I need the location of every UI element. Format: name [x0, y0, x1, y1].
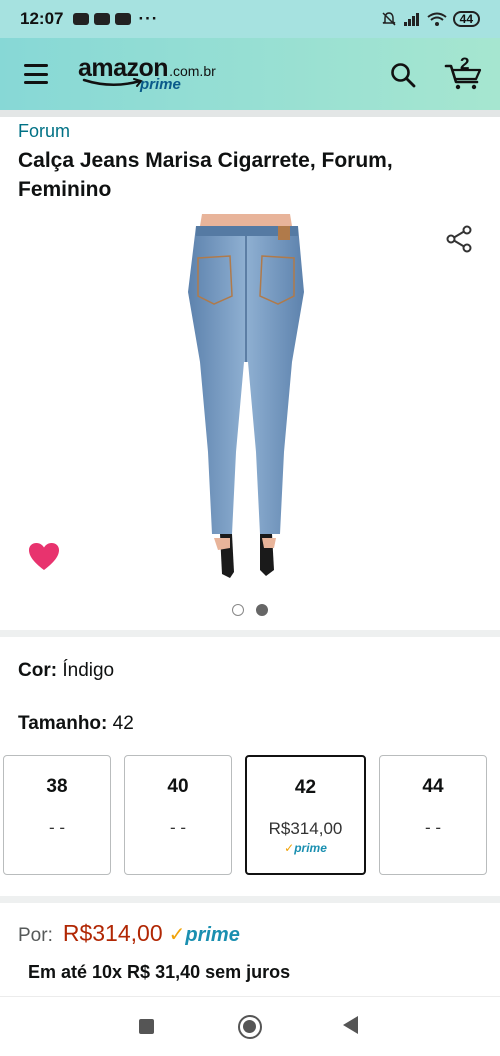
- header-divider: [0, 110, 500, 117]
- size-option-label: 42: [294, 777, 317, 798]
- search-icon[interactable]: [390, 62, 416, 88]
- product-image[interactable]: [180, 212, 312, 584]
- status-bar: 12:07 ··· 44: [0, 0, 500, 38]
- more-notifications: ···: [138, 9, 159, 28]
- size-label: Tamanho:: [18, 713, 108, 734]
- color-selection: Cor: Índigo: [18, 660, 114, 682]
- size-option-44[interactable]: 44 - -: [379, 755, 487, 875]
- size-option-label: 44: [422, 776, 444, 797]
- color-value: Índigo: [62, 660, 115, 681]
- installments-text: Em até 10x R$ 31,40 sem juros: [28, 962, 291, 982]
- size-option-price: - -: [48, 818, 66, 837]
- size-option-label: 40: [167, 776, 189, 797]
- wifi-icon: [427, 12, 447, 26]
- signal-icon: [403, 13, 419, 26]
- carousel-dot-2[interactable]: [256, 604, 268, 616]
- price-value: R$314,00: [62, 920, 163, 946]
- app-header: amazon.com.br prime 2: [0, 38, 500, 110]
- system-nav-bar: [0, 996, 500, 1056]
- prime-badge: ✓prime: [247, 841, 364, 855]
- home-icon[interactable]: [238, 1015, 262, 1039]
- status-time: 12:07: [20, 9, 64, 28]
- size-option-38[interactable]: 38 - -: [3, 755, 111, 875]
- wishlist-heart-icon[interactable]: [28, 542, 60, 572]
- cart-count-badge: 2: [460, 54, 470, 73]
- size-option-40[interactable]: 40 - -: [124, 755, 232, 875]
- size-option-price: R$314,00: [268, 819, 343, 838]
- size-option-price: - -: [169, 818, 187, 837]
- recent-apps-icon[interactable]: [139, 1019, 154, 1034]
- brand-link[interactable]: Forum: [18, 121, 70, 142]
- bell-off-icon: [382, 12, 396, 26]
- section-divider: [0, 896, 500, 903]
- status-indicators: 44: [381, 11, 480, 27]
- price-row: Por: R$314,00 ✓prime: [18, 920, 240, 947]
- size-value: 42: [112, 713, 134, 734]
- smile-arrow-icon: [82, 78, 143, 87]
- amazon-prime-logo[interactable]: amazon.com.br prime: [78, 54, 228, 94]
- image-carousel-indicator[interactable]: [0, 604, 500, 616]
- message-icon: [73, 13, 90, 25]
- size-option-42[interactable]: 42 R$314,00 ✓prime: [245, 755, 366, 875]
- color-label: Cor:: [18, 660, 58, 681]
- size-option-price: - -: [424, 818, 442, 837]
- size-selection: Tamanho: 42: [18, 713, 134, 735]
- prime-label: prime: [185, 924, 240, 946]
- prime-badge: ✓prime: [169, 922, 240, 947]
- prime-check-icon: ✓: [284, 841, 295, 855]
- product-title: Calça Jeans Marisa Cigarrete, Forum, Fem…: [18, 149, 393, 201]
- youtube-icon: [115, 13, 132, 25]
- share-icon[interactable]: [444, 224, 474, 254]
- logo-prime: prime: [140, 76, 181, 93]
- carousel-dot-1[interactable]: [232, 604, 244, 616]
- prime-check-icon: ✓: [168, 924, 186, 946]
- battery-indicator: 44: [452, 11, 480, 27]
- menu-icon[interactable]: [24, 64, 48, 84]
- back-icon[interactable]: [343, 1016, 358, 1034]
- size-option-label: 38: [46, 776, 68, 797]
- price-label: Por:: [18, 925, 53, 946]
- section-divider: [0, 630, 500, 637]
- prime-label: prime: [294, 841, 327, 855]
- youtube-icon: [94, 13, 111, 25]
